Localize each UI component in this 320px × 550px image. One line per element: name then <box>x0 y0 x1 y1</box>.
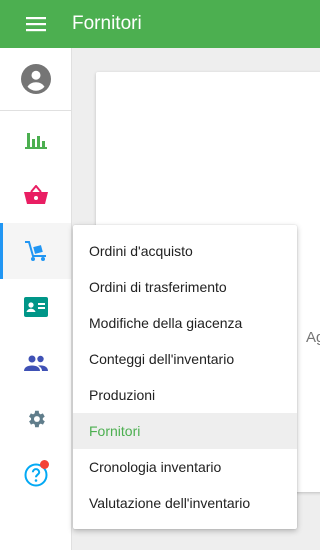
menu-button[interactable] <box>0 0 72 48</box>
sidebar <box>0 48 72 550</box>
menu-item-purchase-orders[interactable]: Ordini d'acquisto <box>73 233 297 269</box>
menu-item-inventory-valuation[interactable]: Valutazione dell'inventario <box>73 485 297 521</box>
menu-item-inventory-history[interactable]: Cronologia inventario <box>73 449 297 485</box>
sidebar-item-customers[interactable] <box>0 279 71 335</box>
sidebar-item-settings[interactable] <box>0 391 71 447</box>
content-partial-text: Ag <box>306 329 320 346</box>
menu-item-productions[interactable]: Produzioni <box>73 377 297 413</box>
menu-item-transfer-orders[interactable]: Ordini di trasferimento <box>73 269 297 305</box>
sidebar-item-account[interactable] <box>0 48 71 111</box>
inventory-dolly-icon <box>24 241 46 261</box>
sidebar-item-help[interactable] <box>0 447 71 503</box>
basket-icon <box>23 185 48 204</box>
page-title: Fornitori <box>72 13 142 34</box>
id-card-icon <box>23 297 48 317</box>
hamburger-menu-icon <box>26 17 46 32</box>
menu-item-stock-adjustments[interactable]: Modifiche della giacenza <box>73 305 297 341</box>
sidebar-item-employees[interactable] <box>0 335 71 391</box>
sidebar-item-items[interactable] <box>0 167 71 223</box>
sidebar-item-inventory[interactable] <box>0 223 71 279</box>
sidebar-item-reports[interactable] <box>0 111 71 167</box>
bar-chart-icon <box>24 133 47 149</box>
app-bar: Fornitori <box>0 0 320 48</box>
notification-badge <box>40 460 49 469</box>
account-circle-icon <box>20 64 51 94</box>
settings-gear-icon <box>28 410 45 428</box>
menu-item-inventory-counts[interactable]: Conteggi dell'inventario <box>73 341 297 377</box>
menu-item-suppliers[interactable]: Fornitori <box>73 413 297 449</box>
inventory-submenu: Ordini d'acquisto Ordini di trasferiment… <box>73 225 297 529</box>
people-icon <box>23 355 48 371</box>
